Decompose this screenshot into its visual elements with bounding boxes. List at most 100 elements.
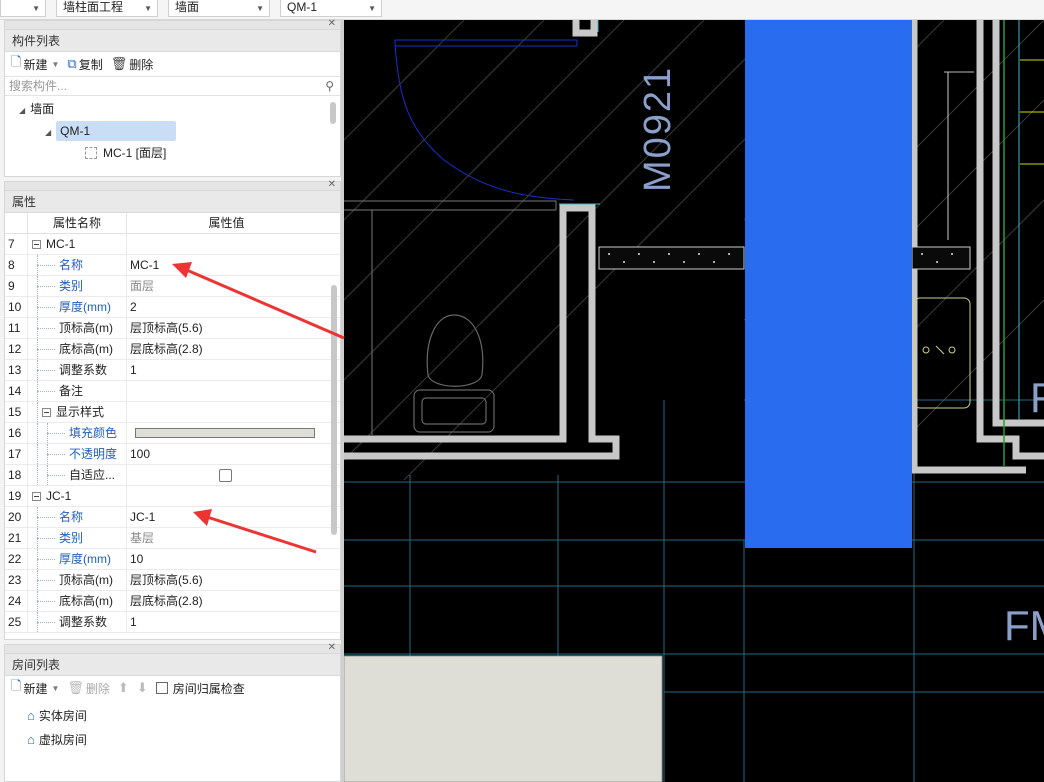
row-name: 顶标高(m) xyxy=(27,318,126,338)
blue-column[interactable] xyxy=(745,20,912,548)
chevron-down-icon[interactable]: ▼ xyxy=(51,684,59,693)
property-scrollbar[interactable] xyxy=(331,285,337,535)
search-input[interactable] xyxy=(9,79,309,93)
row-name: 类别 xyxy=(27,276,126,296)
combo-box-1[interactable]: ▼ xyxy=(0,0,46,17)
table-row[interactable]: 14 备注 xyxy=(5,381,340,402)
arrow-down-icon: ⬇ xyxy=(136,680,148,695)
room-item-label: 虚拟房间 xyxy=(38,733,87,747)
cad-drawing[interactable]: M0921 FM F xyxy=(344,20,1044,782)
search-icon[interactable]: ⚲ xyxy=(325,77,334,95)
table-row[interactable]: 21 类别 基层 xyxy=(5,528,340,549)
table-row[interactable]: 24 底标高(m) 层底标高(2.8) xyxy=(5,591,340,612)
row-value[interactable] xyxy=(126,381,324,401)
row-name-text: 类别 xyxy=(59,279,84,293)
drawing-canvas[interactable]: M0921 FM F xyxy=(344,20,1044,782)
combo-box-category[interactable]: 墙柱面工程 ▼ xyxy=(56,0,158,17)
row-name: 名称 xyxy=(27,255,126,275)
expand-triangle-icon[interactable]: ◢ xyxy=(45,128,51,137)
row-value[interactable]: 层顶标高(5.6) xyxy=(126,318,324,338)
move-up-button[interactable]: ⬆ xyxy=(116,680,131,696)
component-tree: ◢ 墙面 ◢ QM-1 MC-1 [面层] xyxy=(5,96,340,170)
tree-scrollbar[interactable] xyxy=(330,102,336,124)
row-name: 填充颜色 xyxy=(27,423,126,443)
table-row[interactable]: 17 不透明度 100 xyxy=(5,444,340,465)
row-value[interactable]: 层底标高(2.8) xyxy=(126,339,324,359)
table-row[interactable]: 23 顶标高(m) 层顶标高(5.6) xyxy=(5,570,340,591)
row-value[interactable]: 层底标高(2.8) xyxy=(126,591,324,611)
move-down-button[interactable]: ⬇ xyxy=(135,680,150,696)
tree-node-qm1[interactable]: ◢ QM-1 xyxy=(45,121,177,141)
row-name-text: 顶标高(m) xyxy=(59,573,113,587)
table-row[interactable]: 18 自适应... xyxy=(5,465,340,486)
row-number: 13 xyxy=(8,363,22,377)
new-button[interactable]: 🗋 新建 ▼ xyxy=(9,53,61,75)
row-number: 14 xyxy=(8,384,22,398)
row-name-text: 底标高(m) xyxy=(59,594,113,608)
row-value[interactable]: JC-1 xyxy=(126,507,324,527)
row-value[interactable]: 1 xyxy=(126,612,324,632)
list-item[interactable]: ⌂ 虚拟房间 xyxy=(27,730,87,750)
row-number: 21 xyxy=(8,531,22,545)
chevron-down-icon[interactable]: ▼ xyxy=(51,60,59,69)
row-number: 17 xyxy=(8,447,22,461)
close-icon[interactable]: ✕ xyxy=(328,18,336,29)
table-row[interactable]: 25 调整系数 1 xyxy=(5,612,340,633)
trash-icon: 🗑 xyxy=(67,680,84,695)
adaptive-checkbox[interactable] xyxy=(219,469,232,482)
table-row[interactable]: 12 底标高(m) 层底标高(2.8) xyxy=(5,339,340,360)
table-row[interactable]: 11 顶标高(m) 层顶标高(5.6) xyxy=(5,318,340,339)
room-check-toggle[interactable]: 房间归属检查 xyxy=(154,680,247,697)
table-row[interactable]: 19 JC-1 xyxy=(5,486,340,507)
close-icon[interactable]: ✕ xyxy=(328,179,336,190)
row-number: 24 xyxy=(8,594,22,608)
tree-node-qm1-selected: QM-1 xyxy=(56,121,177,141)
table-row[interactable]: 20 名称 JC-1 xyxy=(5,507,340,528)
row-value[interactable]: 10 xyxy=(126,549,324,569)
room-check-label: 房间归属检查 xyxy=(172,681,245,696)
row-value[interactable] xyxy=(126,423,324,443)
collapse-icon[interactable] xyxy=(32,240,41,249)
table-row[interactable]: 16 填充颜色 xyxy=(5,423,340,444)
close-icon[interactable]: ✕ xyxy=(328,642,336,653)
table-row[interactable]: 9 类别 面层 xyxy=(5,276,340,297)
component-search: ⚲ xyxy=(5,76,340,96)
room-check-checkbox[interactable] xyxy=(155,682,168,694)
left-panel: ✕ 构件列表 🗋新建▼ ⧉复制 🗑删除 ⚲ ◢墙面 ◢QM-1 MC-1 [面层… xyxy=(0,18,344,782)
table-row[interactable]: 22 厚度(mm) 10 xyxy=(5,549,340,570)
table-row[interactable]: 8 名称 MC-1 xyxy=(5,255,340,276)
fill-color-swatch[interactable] xyxy=(135,428,315,438)
layer-icon xyxy=(85,147,97,159)
table-row[interactable]: 10 厚度(mm) 2 xyxy=(5,297,340,318)
copy-button[interactable]: ⧉ 复制 xyxy=(65,56,104,73)
beam-strip-right xyxy=(911,246,971,270)
row-name: 调整系数 xyxy=(27,612,126,632)
table-row[interactable]: 15 显示样式 xyxy=(5,402,340,423)
room-delete-button[interactable]: 🗑 删除 xyxy=(65,680,112,697)
combo-box-type[interactable]: 墙面 ▼ xyxy=(168,0,270,17)
tree-node-mc1[interactable]: MC-1 [面层] xyxy=(85,143,166,163)
sink-fixture xyxy=(913,297,971,409)
row-value[interactable]: MC-1 xyxy=(126,255,324,275)
list-item[interactable]: ⌂ 实体房间 xyxy=(27,706,87,726)
combo-box-component[interactable]: QM-1 ▼ xyxy=(280,0,382,17)
chevron-down-icon: ▼ xyxy=(256,4,264,13)
row-name: 显示样式 xyxy=(27,402,126,422)
row-value[interactable]: 2 xyxy=(126,297,324,317)
chevron-down-icon: ▼ xyxy=(32,4,40,13)
tree-node-wall[interactable]: ◢ 墙面 xyxy=(19,99,54,119)
row-value[interactable]: 层顶标高(5.6) xyxy=(126,570,324,590)
room-new-button[interactable]: 🗋 新建 ▼ xyxy=(9,677,61,699)
row-name: 底标高(m) xyxy=(27,591,126,611)
table-row[interactable]: 13 调整系数 1 xyxy=(5,360,340,381)
collapse-icon[interactable] xyxy=(42,408,51,417)
row-number: 8 xyxy=(8,258,15,272)
expand-triangle-icon[interactable]: ◢ xyxy=(19,106,25,115)
delete-button[interactable]: 🗑 删除 xyxy=(109,56,156,73)
collapse-icon[interactable] xyxy=(32,492,41,501)
table-row[interactable]: 7 MC-1 xyxy=(5,234,340,255)
property-grid: 属性名称 属性值 7 MC-1 8 名称 MC-1 9 类别 面层 10 厚度(… xyxy=(5,213,340,633)
row-value[interactable]: 100 xyxy=(126,444,324,464)
row-value[interactable]: 1 xyxy=(126,360,324,380)
new-file-icon: 🗋 xyxy=(11,54,22,69)
